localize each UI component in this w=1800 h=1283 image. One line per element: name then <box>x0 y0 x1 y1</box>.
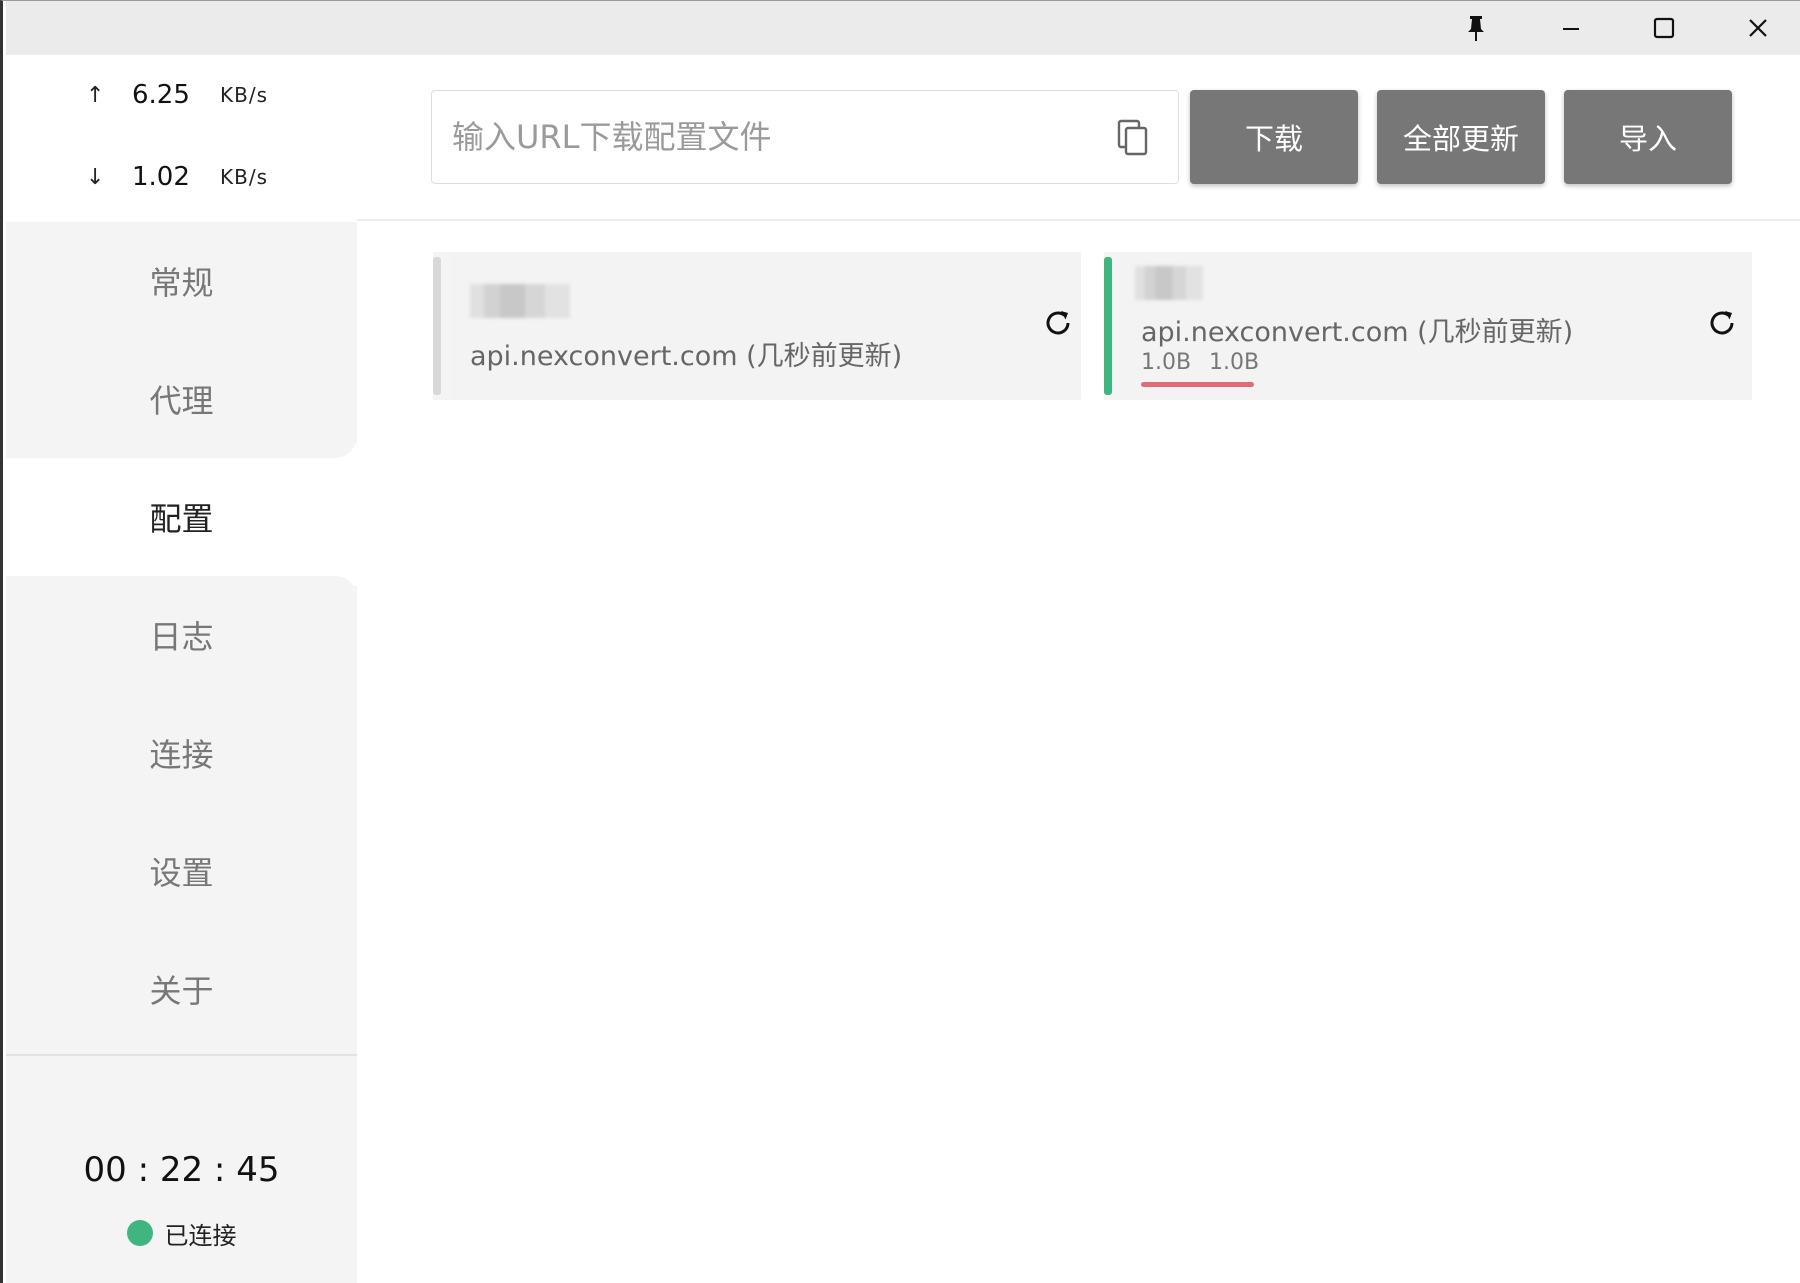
app-window: ↑ 6.25 KB/s ↓ 1.02 KB/s 常规 代理 配置 日志 连接 设… <box>0 0 1800 1283</box>
sidebar-item-settings[interactable]: 设置 <box>6 812 357 930</box>
download-value: 1.02 <box>132 162 190 192</box>
profile-source: api.nexconvert.com (几秒前更新) <box>470 341 903 372</box>
sidebar: ↑ 6.25 KB/s ↓ 1.02 KB/s 常规 代理 配置 日志 连接 设… <box>6 55 357 1283</box>
minimize-icon <box>1561 18 1581 38</box>
download-unit: KB/s <box>220 165 268 189</box>
profile-card-selected[interactable]: api.nexconvert.com (几秒前更新) 1.0B 1.0B <box>1104 252 1752 400</box>
status-text: 已连接 <box>164 1221 237 1250</box>
connection-status: 已连接 <box>6 1215 357 1251</box>
download-speed: ↓ 1.02 KB/s <box>6 157 357 197</box>
pin-button[interactable] <box>1436 1 1516 55</box>
sidebar-item-logs[interactable]: 日志 <box>6 576 357 694</box>
url-input[interactable] <box>452 118 1092 156</box>
profile-upload-traffic: 1.0B <box>1141 350 1192 375</box>
upload-arrow-icon: ↑ <box>86 82 105 108</box>
title-bar <box>6 1 1800 55</box>
refresh-icon[interactable] <box>1706 307 1738 343</box>
profile-name-redacted <box>1135 266 1203 300</box>
close-button[interactable] <box>1718 1 1798 55</box>
download-arrow-icon: ↓ <box>86 164 105 190</box>
uptime-timer: 00 : 22 : 45 <box>83 1150 280 1190</box>
close-icon <box>1747 17 1769 39</box>
profiles-toolbar: 下载 全部更新 导入 <box>357 55 1800 221</box>
upload-speed: ↑ 6.25 KB/s <box>6 75 357 115</box>
minimize-button[interactable] <box>1531 1 1611 55</box>
profile-indicator-active <box>1104 257 1112 395</box>
traffic-panel: ↑ 6.25 KB/s ↓ 1.02 KB/s <box>6 55 357 222</box>
sidebar-item-connections[interactable]: 连接 <box>6 694 357 812</box>
profile-card[interactable]: api.nexconvert.com (几秒前更新) <box>433 252 1081 400</box>
download-button[interactable]: 下载 <box>1190 90 1358 184</box>
refresh-icon[interactable] <box>1042 307 1074 343</box>
paste-icon[interactable] <box>1116 119 1150 161</box>
profile-download-traffic: 1.0B <box>1209 350 1260 375</box>
import-button[interactable]: 导入 <box>1564 90 1732 184</box>
maximize-icon <box>1652 16 1676 40</box>
sidebar-item-proxy[interactable]: 代理 <box>6 340 357 458</box>
profile-card-body: api.nexconvert.com (几秒前更新) 1.0B 1.0B <box>1121 252 1752 400</box>
profiles-list: api.nexconvert.com (几秒前更新) api.nexconver… <box>357 221 1800 1283</box>
upload-unit: KB/s <box>220 83 268 107</box>
upload-value: 6.25 <box>132 80 190 110</box>
pin-icon <box>1464 14 1488 42</box>
url-input-box <box>431 90 1179 184</box>
profile-source: api.nexconvert.com (几秒前更新) <box>1141 317 1574 348</box>
sidebar-divider <box>6 1054 357 1056</box>
sidebar-item-profiles[interactable]: 配置 <box>6 458 357 576</box>
status-dot-icon <box>126 1220 153 1246</box>
sidebar-item-about[interactable]: 关于 <box>6 930 357 1048</box>
profile-indicator <box>433 257 441 395</box>
maximize-button[interactable] <box>1624 1 1704 55</box>
profile-card-body: api.nexconvert.com (几秒前更新) <box>450 252 1081 400</box>
profile-name-redacted <box>470 284 570 318</box>
traffic-usage-underline <box>1141 382 1254 387</box>
update-all-button[interactable]: 全部更新 <box>1377 90 1545 184</box>
sidebar-item-general[interactable]: 常规 <box>6 222 357 340</box>
